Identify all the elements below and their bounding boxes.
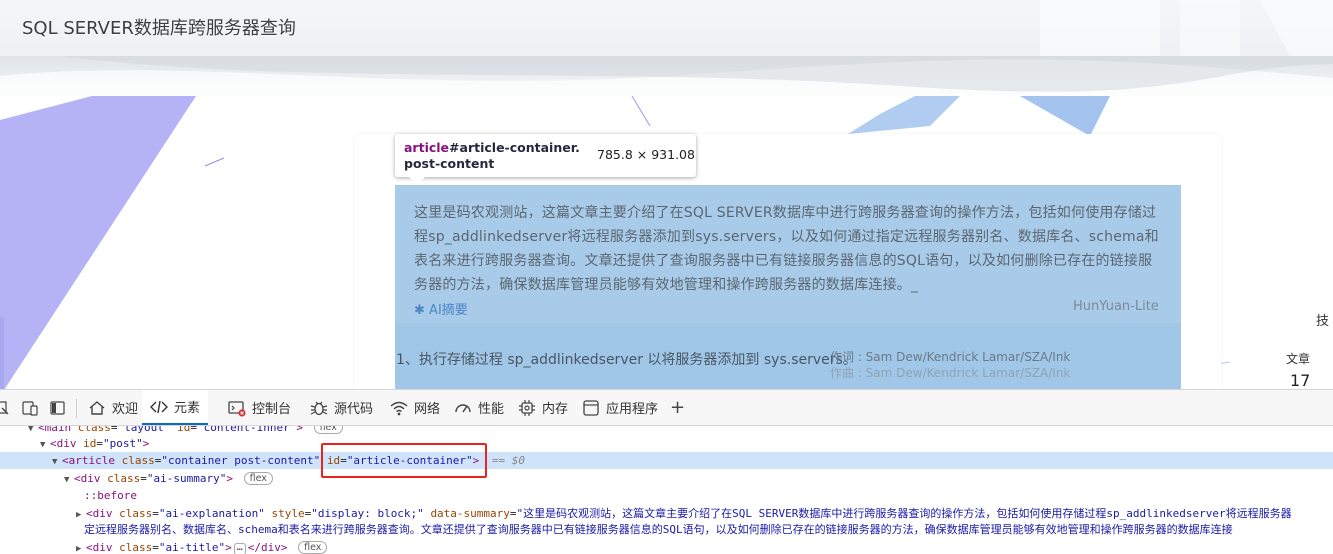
tab-elements[interactable]: 元素 (142, 390, 209, 425)
sidebar-card (1236, 134, 1333, 394)
dom-node-before-pseudo[interactable]: ::before (0, 487, 1333, 504)
tab-label: 元素 (174, 401, 201, 416)
header-banner (0, 56, 1333, 96)
device-emulation-tool[interactable] (22, 398, 38, 418)
flex-badge[interactable]: flex (243, 472, 273, 485)
dom-node-article-selected[interactable]: ▼ <article class="container post-content"… (0, 452, 1333, 469)
selected-node-marker: == $0 (491, 454, 526, 467)
tab-application[interactable]: 应用程序 (574, 390, 666, 425)
console-icon (228, 400, 246, 417)
wifi-icon (390, 401, 408, 415)
tab-label: 欢迎 (112, 402, 139, 417)
tab-label: 控制台 (252, 402, 292, 417)
home-icon (89, 400, 105, 415)
tab-performance[interactable]: 性能 (446, 390, 512, 425)
tab-label: 网络 (414, 402, 441, 417)
ai-model-name: HunYuan-Lite (1073, 299, 1159, 314)
page-header: SQL SERVER数据库跨服务器查询 (0, 0, 1333, 56)
add-tab-button[interactable]: + (662, 390, 693, 425)
dom-node-ai-explanation-continued: 定远程服务器别名、数据库名、schema和表名来进行跨服务器查询。文章还提供了查… (84, 523, 1233, 536)
ai-summary-text: 这里是码农观测站，这篇文章主要介绍了在SQL SERVER数据库中进行跨服务器查… (414, 205, 1159, 293)
chip-icon (519, 399, 535, 416)
tab-label: 源代码 (334, 402, 374, 417)
gauge-icon (455, 403, 471, 412)
tab-label: 性能 (478, 402, 505, 417)
lyric-overlay-line: 作曲 : Sam Dew/Kendrick Lamar/SZA/Ink (830, 366, 1071, 380)
collapsed-content-button[interactable]: … (233, 543, 246, 554)
ai-sparkle-icon: ✱ (414, 303, 425, 318)
dom-node-ai-summary[interactable]: ▼ <div class="ai-summary"> flex (0, 470, 1333, 487)
bug-icon (310, 401, 328, 415)
sidebar-label: 技 (1316, 314, 1330, 329)
flex-badge[interactable]: flex (313, 426, 343, 434)
tab-welcome[interactable]: 欢迎 (80, 390, 146, 425)
tab-network[interactable]: 网络 (382, 390, 448, 425)
dock-panel-tool[interactable] (50, 398, 66, 418)
toolbar-divider (76, 399, 77, 418)
inspect-tooltip: article#article-container.post-content 7… (395, 134, 696, 185)
lyric-overlay-line: 作词 : Sam Dew/Kendrick Lamar/SZA/Ink (830, 350, 1071, 364)
inspect-element-tool[interactable] (0, 398, 10, 418)
dom-node-ai-title[interactable]: ▶ <div class="ai-title">… </div> flex (0, 539, 1333, 554)
tab-label: 应用程序 (606, 402, 659, 417)
inspect-cursor-icon (0, 401, 9, 415)
sidebar-stat-label: 文章 (1286, 352, 1311, 366)
dom-tree-panel: ▼ <main class="layout" id="content-inner"… (0, 426, 1333, 554)
devtools-toolbar: 欢迎 元素 控制台 源代码 网络 性能 内存 应用程序 + (0, 389, 1333, 426)
tooltip-dimensions: 785.8 × 931.08 (597, 147, 695, 162)
code-icon (150, 400, 168, 413)
app-icon (583, 399, 599, 416)
page-title: SQL SERVER数据库跨服务器查询 (22, 18, 296, 39)
sidebar-stat-value: 17 (1290, 371, 1311, 390)
tab-label: 内存 (542, 402, 569, 417)
dom-node-ai-explanation[interactable]: ▶ <div class="ai-explanation" style="disp… (0, 505, 1333, 522)
tooltip-tag: article (404, 140, 450, 155)
dom-node-div-post[interactable]: ▼ <div id="post"> (0, 435, 1333, 452)
panel-icon (50, 401, 65, 415)
tooltip-selector: article#article-container.post-content (404, 140, 584, 172)
tooltip-arrow (409, 177, 425, 185)
ai-summary-label-text: AI摘要 (429, 303, 468, 318)
article-step-text: 1、执行存储过程 sp_addlinkedserver 以将服务器添加到 sys… (396, 352, 857, 368)
tab-sources[interactable]: 源代码 (302, 390, 381, 425)
flex-badge[interactable]: flex (298, 541, 328, 554)
annotation-highlight-box (321, 443, 487, 478)
tab-console[interactable]: 控制台 (220, 390, 299, 425)
ai-summary-label[interactable]: ✱ AI摘要 (414, 299, 468, 318)
device-icon (22, 401, 38, 416)
tab-memory[interactable]: 内存 (510, 390, 576, 425)
